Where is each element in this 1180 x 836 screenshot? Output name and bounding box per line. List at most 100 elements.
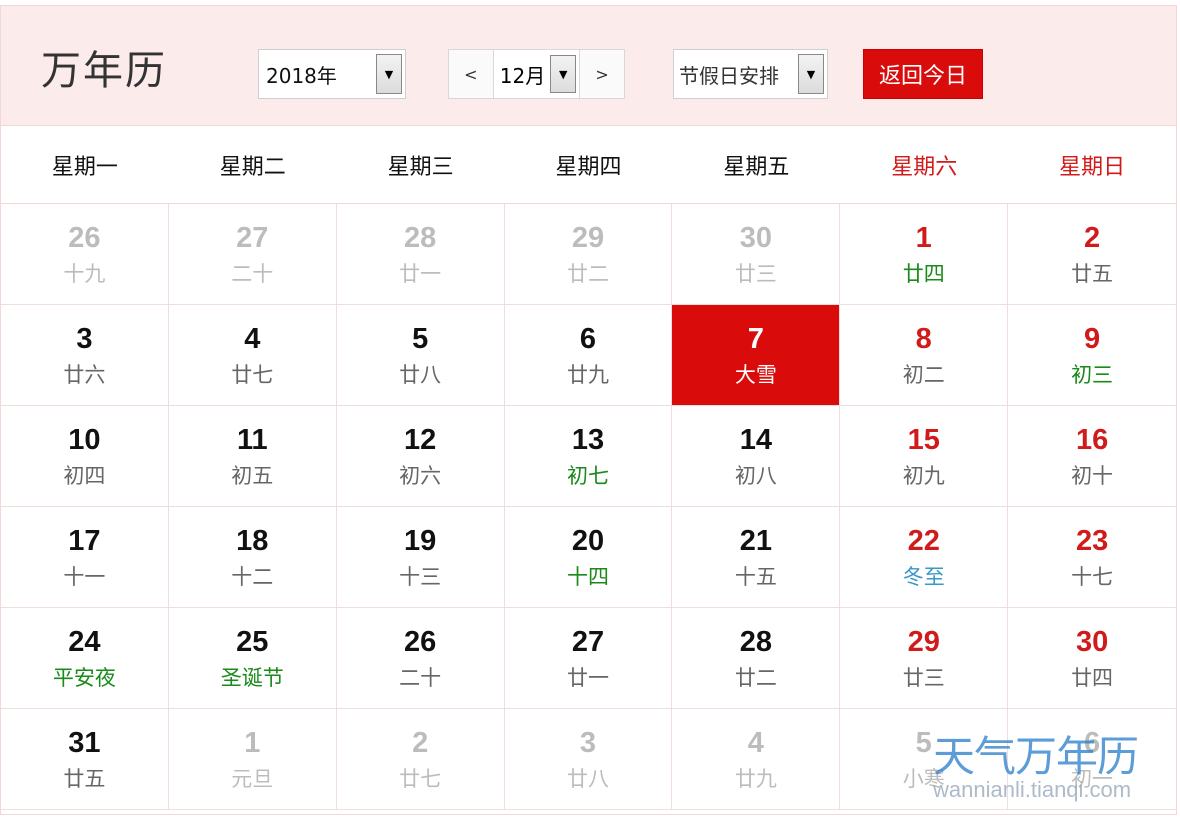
day-number: 3	[579, 727, 597, 759]
day-cell[interactable]: 22 冬至	[840, 507, 1009, 608]
lunar-date: 十二	[231, 565, 274, 589]
lunar-date: 廿四	[902, 262, 945, 286]
day-number: 22	[907, 525, 940, 557]
day-cell[interactable]: 29 廿三	[840, 608, 1009, 709]
weekday-label: 星期四	[555, 154, 622, 180]
day-cell[interactable]: 20 十四	[504, 507, 673, 608]
chevron-down-icon[interactable]: ▼	[550, 55, 577, 93]
day-cell[interactable]: 12 初六	[336, 406, 505, 507]
day-number: 1	[244, 727, 261, 759]
lunar-date: 廿六	[63, 363, 106, 387]
day-cell[interactable]: 29 廿二	[504, 204, 673, 305]
day-cell[interactable]: 9 初三	[1008, 305, 1176, 406]
day-number: 14	[739, 424, 772, 456]
day-cell[interactable]: 4 廿九	[672, 709, 841, 810]
day-cell[interactable]: 5 廿八	[336, 305, 505, 406]
lunar-date: 初三	[1071, 363, 1114, 387]
day-cell[interactable]: 21 十五	[672, 507, 841, 608]
lunar-date: 冬至	[902, 565, 945, 589]
month-navigator: < 12月 ▼ >	[448, 49, 625, 99]
lunar-date: 圣诞节	[220, 666, 284, 690]
lunar-date: 初一	[1071, 767, 1114, 791]
day-cell[interactable]: 3 廿八	[504, 709, 673, 810]
day-cell[interactable]: 25 圣诞节	[168, 608, 337, 709]
day-cell[interactable]: 8 初二	[840, 305, 1009, 406]
day-cell[interactable]: 31 廿五	[1, 709, 169, 810]
weekday-label: 星期六	[891, 154, 958, 180]
day-grid: 26 十九 27 二十 28 廿一 29 廿二 30 廿三 1 廿四 2 廿五 3 廿六 4 廿七 5 廿八 6 廿九 7 大…	[1, 204, 1176, 810]
day-cell[interactable]: 28 廿一	[336, 204, 505, 305]
lunar-date: 初二	[902, 363, 945, 387]
day-cell[interactable]: 2 廿七	[336, 709, 505, 810]
lunar-date: 廿三	[902, 666, 945, 690]
holiday-select-value: 节假日安排	[679, 63, 779, 88]
year-select[interactable]: 2018年 ▼	[258, 49, 406, 99]
day-cell[interactable]: 3 廿六	[1, 305, 169, 406]
day-cell[interactable]: 28 廿二	[672, 608, 841, 709]
day-cell[interactable]: 19 十三	[336, 507, 505, 608]
day-cell[interactable]: 26 十九	[1, 204, 169, 305]
day-cell[interactable]: 15 初九	[840, 406, 1009, 507]
day-cell[interactable]: 17 十一	[1, 507, 169, 608]
day-number: 2	[412, 727, 429, 759]
lunar-date: 初四	[63, 464, 106, 488]
lunar-date: 廿四	[1071, 666, 1114, 690]
next-month-button[interactable]: >	[580, 50, 624, 98]
day-number: 26	[404, 626, 437, 658]
back-to-today-button[interactable]: 返回今日	[863, 49, 983, 99]
lunar-date: 初八	[734, 464, 777, 488]
page-title: 万年历	[41, 48, 167, 94]
day-cell[interactable]: 30 廿四	[1008, 608, 1176, 709]
chevron-down-icon[interactable]: ▼	[376, 54, 402, 94]
day-cell[interactable]: 1 元旦	[168, 709, 337, 810]
day-cell[interactable]: 18 十二	[168, 507, 337, 608]
lunar-date: 廿七	[399, 767, 442, 791]
day-cell[interactable]: 10 初四	[1, 406, 169, 507]
day-number: 8	[915, 323, 932, 355]
day-cell[interactable]: 14 初八	[672, 406, 841, 507]
day-cell[interactable]: 16 初十	[1008, 406, 1176, 507]
chevron-down-icon[interactable]: ▼	[798, 54, 824, 94]
lunar-date: 初五	[231, 464, 274, 488]
day-cell[interactable]: 26 二十	[336, 608, 505, 709]
lunar-date: 十五	[734, 565, 777, 589]
day-cell-today[interactable]: 7 大雪	[672, 305, 841, 406]
lunar-date: 大雪	[734, 363, 777, 387]
month-select[interactable]: 12月 ▼	[492, 50, 581, 98]
day-cell[interactable]: 24 平安夜	[1, 608, 169, 709]
day-number: 27	[571, 626, 605, 658]
lunar-date: 廿八	[566, 767, 609, 791]
day-cell[interactable]: 6 廿九	[504, 305, 673, 406]
day-number: 9	[1084, 323, 1101, 355]
day-cell[interactable]: 27 廿一	[504, 608, 673, 709]
lunar-date: 二十	[231, 262, 274, 286]
day-cell[interactable]: 13 初七	[504, 406, 673, 507]
prev-month-button[interactable]: <	[449, 50, 493, 98]
weekday-label: 星期五	[723, 154, 790, 180]
lunar-date: 元旦	[231, 767, 274, 791]
lunar-date: 十四	[566, 565, 609, 589]
lunar-date: 廿五	[63, 767, 106, 791]
day-cell[interactable]: 30 廿三	[672, 204, 841, 305]
day-number: 27	[236, 222, 269, 254]
day-cell[interactable]: 27 二十	[168, 204, 337, 305]
day-cell[interactable]: 5 小寒	[840, 709, 1009, 810]
day-cell[interactable]: 6 初一	[1008, 709, 1176, 810]
holiday-select[interactable]: 节假日安排 ▼	[673, 49, 828, 99]
day-number: 13	[571, 424, 605, 456]
day-cell[interactable]: 2 廿五	[1008, 204, 1176, 305]
day-cell[interactable]: 23 十七	[1008, 507, 1176, 608]
lunar-date: 初十	[1071, 464, 1114, 488]
day-cell[interactable]: 1 廿四	[840, 204, 1009, 305]
lunar-date: 廿一	[566, 666, 609, 690]
lunar-date: 初六	[399, 464, 442, 488]
weekday-header-row: 星期一 星期二 星期三 星期四 星期五 星期六 星期日	[1, 126, 1176, 204]
weekday-label: 星期二	[219, 154, 286, 180]
day-cell[interactable]: 4 廿七	[168, 305, 337, 406]
lunar-date: 廿一	[399, 262, 442, 286]
lunar-date: 廿五	[1071, 262, 1114, 286]
day-number: 7	[747, 323, 764, 355]
day-cell[interactable]: 11 初五	[168, 406, 337, 507]
day-number: 12	[404, 424, 437, 456]
day-number: 19	[404, 525, 437, 557]
